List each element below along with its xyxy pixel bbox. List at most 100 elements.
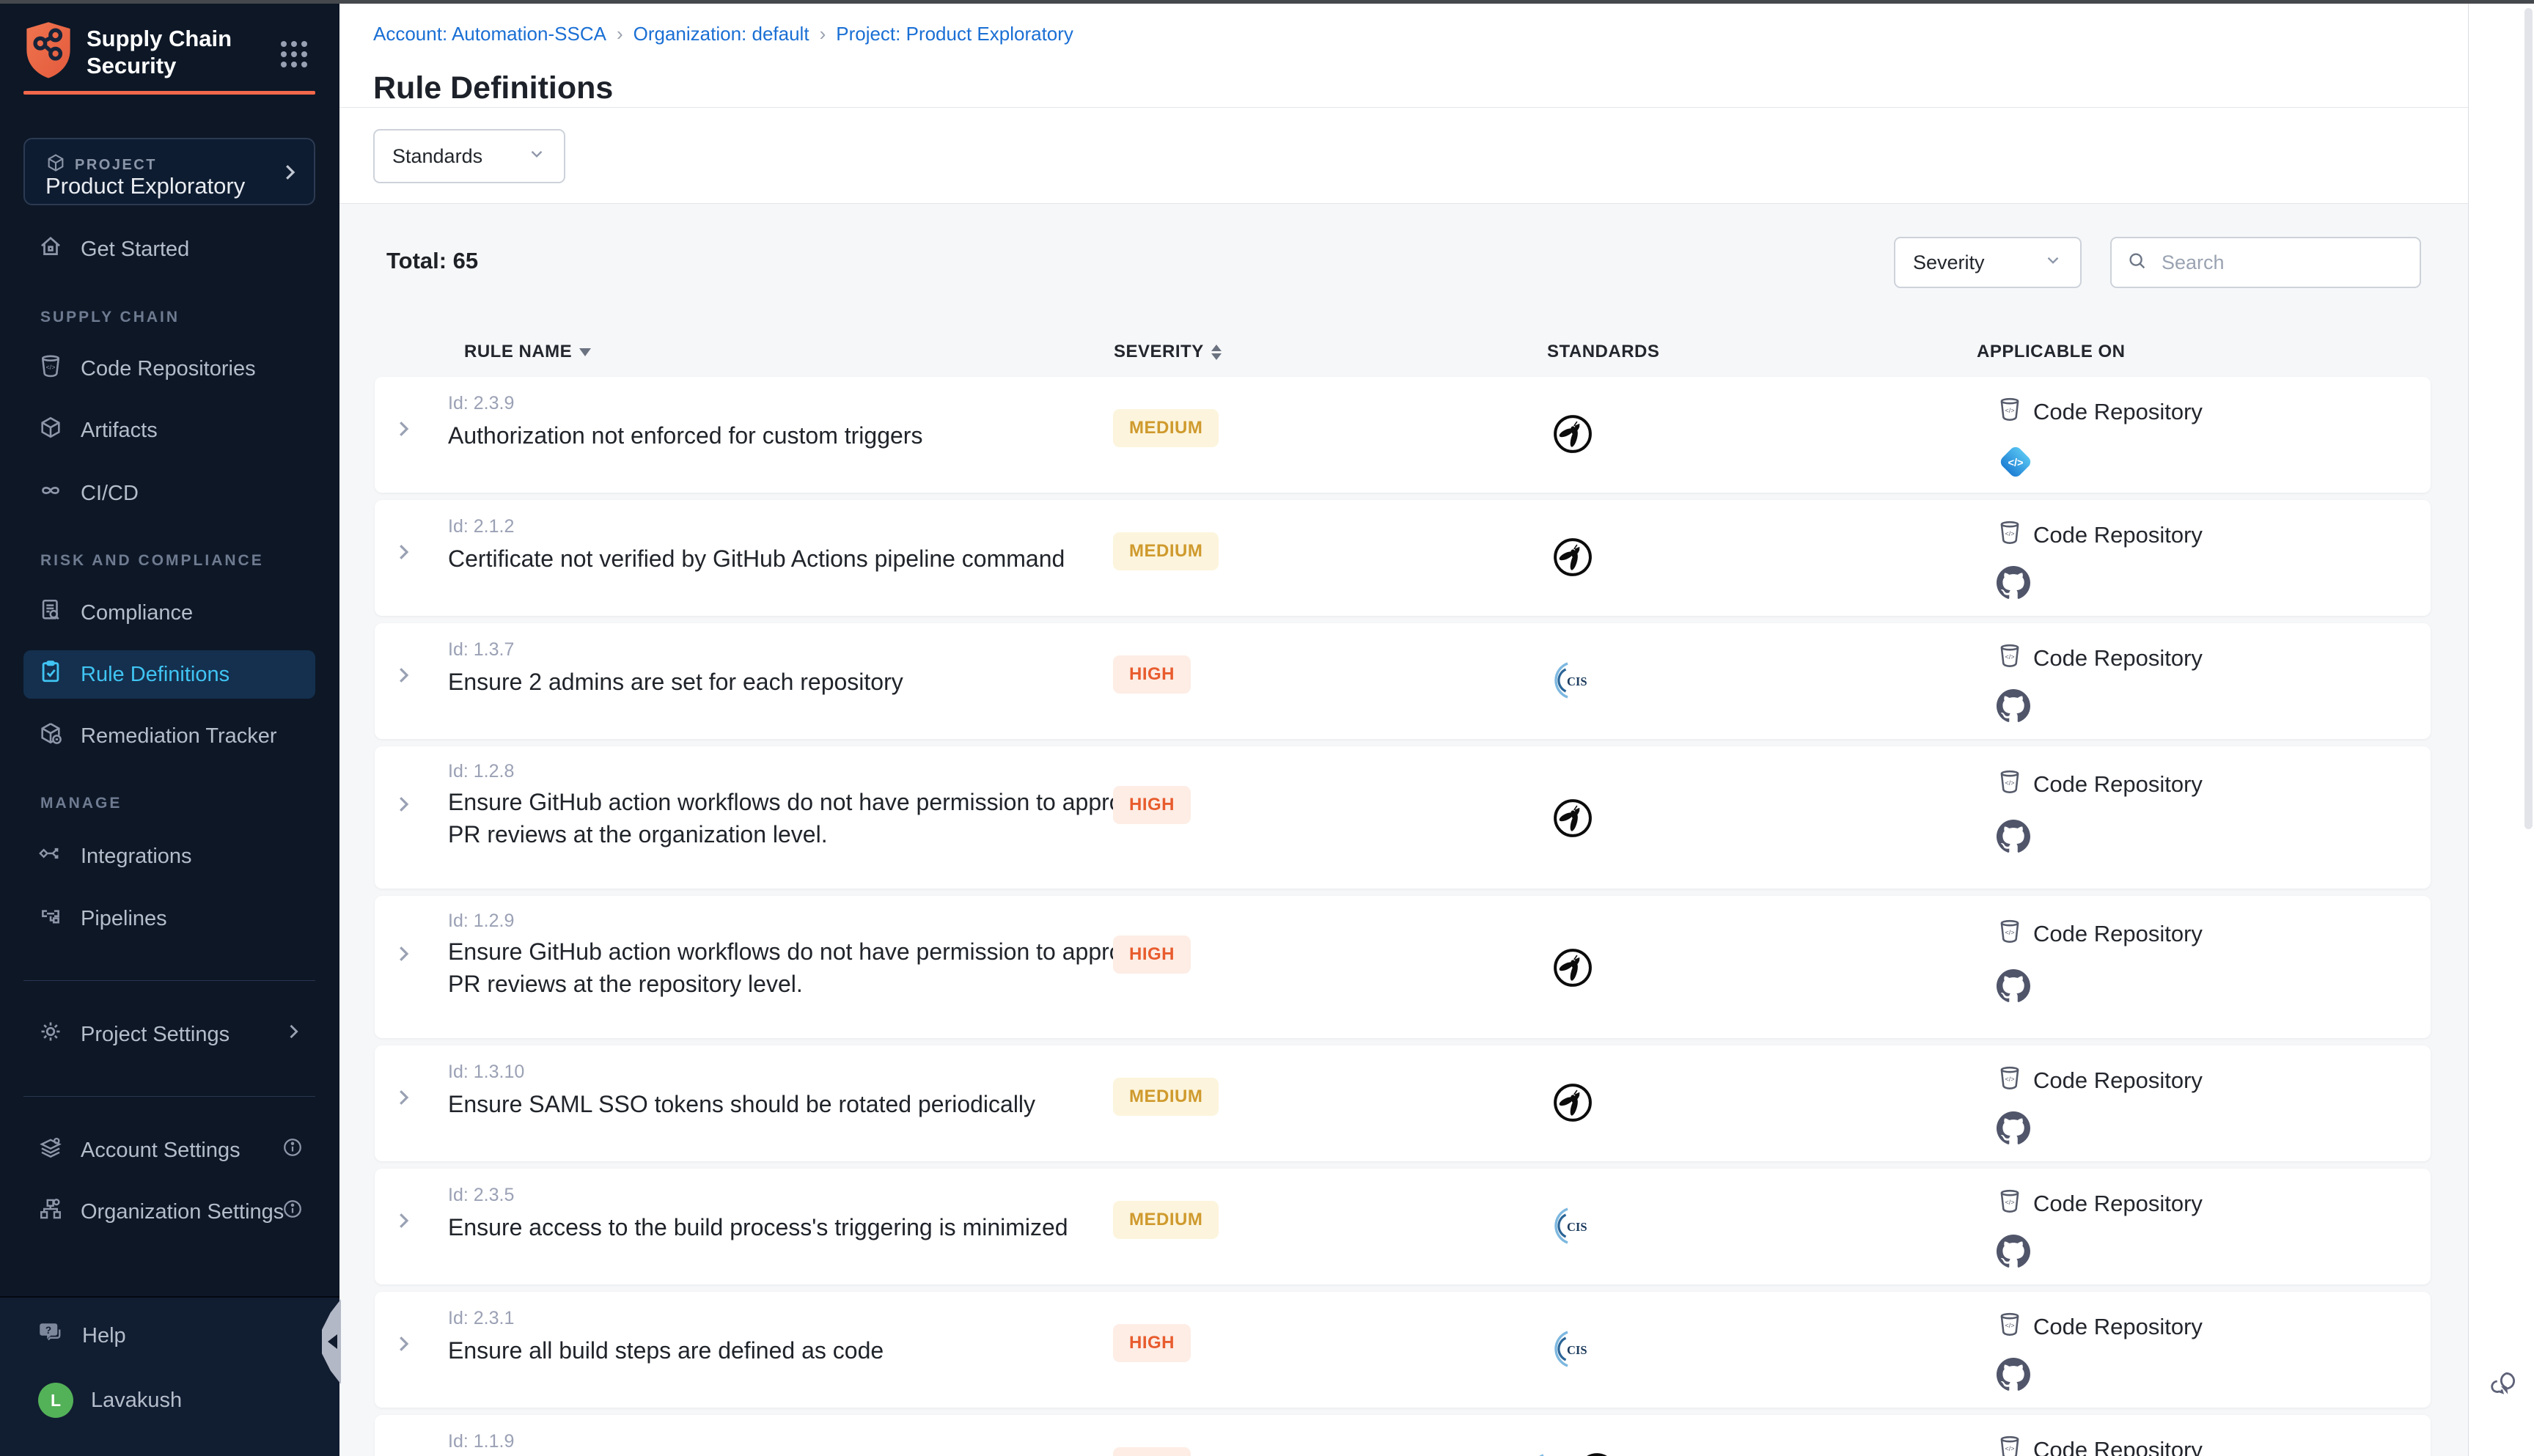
layers-gear-icon bbox=[38, 1135, 63, 1166]
chevron-down-icon bbox=[527, 144, 546, 169]
standards-icons bbox=[1514, 413, 1631, 458]
cis-standard-icon: CIS bbox=[1528, 1452, 1569, 1456]
owasp-standard-icon bbox=[1552, 537, 1593, 581]
home-icon bbox=[38, 234, 63, 265]
applicable-on: </>Code Repository bbox=[1997, 768, 2203, 801]
breadcrumb-project[interactable]: Project: Product Exploratory bbox=[836, 23, 1073, 45]
severity-badge: MEDIUM bbox=[1113, 1201, 1219, 1239]
help-button[interactable]: ? Help bbox=[38, 1320, 126, 1352]
applicable-on-label: Code Repository bbox=[2033, 1314, 2203, 1340]
rule-name: Ensure 2 admins are set for each reposit… bbox=[448, 666, 1181, 698]
rule-id: Id: 1.2.9 bbox=[448, 911, 514, 932]
breadcrumb: Account: Automation-SSCA › Organization:… bbox=[373, 23, 1073, 45]
expand-chevron-icon[interactable] bbox=[392, 1210, 414, 1235]
chat-bubbles-icon[interactable] bbox=[2488, 1369, 2519, 1403]
applicable-on: </>Code Repository bbox=[1997, 1434, 2203, 1456]
info-icon[interactable] bbox=[282, 1136, 304, 1164]
standards-icons bbox=[1514, 1082, 1631, 1127]
sidebar-item-remediation-tracker[interactable]: Remediation Tracker bbox=[23, 712, 315, 760]
sidebar-item-artifacts[interactable]: Artifacts bbox=[23, 406, 315, 455]
expand-chevron-icon[interactable] bbox=[392, 943, 414, 968]
rule-name: Ensure access to the build process's tri… bbox=[448, 1211, 1181, 1243]
applicable-on: </>Code Repository bbox=[1997, 1188, 2203, 1220]
table-row[interactable]: Id: 2.3.5Ensure access to the build proc… bbox=[375, 1169, 2431, 1284]
sidebar-section-supply-chain: SUPPLY CHAIN bbox=[40, 309, 180, 326]
cis-standard-icon: CIS bbox=[1552, 660, 1593, 705]
expand-chevron-icon[interactable] bbox=[392, 541, 414, 567]
expand-chevron-icon[interactable] bbox=[392, 793, 414, 819]
shield-logo-icon bbox=[22, 21, 75, 83]
expand-chevron-icon[interactable] bbox=[392, 418, 414, 444]
breadcrumb-organization[interactable]: Organization: default bbox=[634, 23, 809, 45]
rule-id: Id: 2.3.1 bbox=[448, 1308, 514, 1329]
sidebar-item-label: CI/CD bbox=[81, 482, 139, 506]
svg-text:</>: </> bbox=[2008, 457, 2023, 469]
project-selector[interactable]: PROJECT Product Exploratory bbox=[23, 138, 315, 205]
table-row[interactable]: Id: 1.1.9HIGHCIS</>Code Repository bbox=[375, 1415, 2431, 1456]
help-label: Help bbox=[82, 1324, 126, 1348]
table-row[interactable]: Id: 1.2.9Ensure GitHub action workflows … bbox=[375, 896, 2431, 1038]
table-row[interactable]: Id: 2.3.9Authorization not enforced for … bbox=[375, 377, 2431, 493]
sidebar-section-manage: MANAGE bbox=[40, 795, 122, 812]
expand-chevron-icon[interactable] bbox=[392, 664, 414, 690]
sidebar-item-integrations[interactable]: Integrations bbox=[23, 832, 315, 880]
app-logo: Supply Chain Security bbox=[22, 21, 255, 83]
chevron-right-icon bbox=[279, 161, 301, 187]
rule-name: Certificate not verified by GitHub Actio… bbox=[448, 543, 1181, 575]
app-grid-icon[interactable] bbox=[281, 41, 307, 67]
rule-id: Id: 2.1.2 bbox=[448, 516, 514, 537]
svg-text:</>: </> bbox=[2005, 407, 2014, 414]
sidebar-item-organization-settings[interactable]: Organization Settings bbox=[23, 1188, 315, 1236]
standards-filter-dropdown[interactable]: Standards bbox=[373, 129, 565, 183]
sidebar-item-label: Get Started bbox=[81, 238, 189, 262]
applicable-on-label: Code Repository bbox=[2033, 1067, 2203, 1094]
sort-desc-icon[interactable] bbox=[579, 348, 591, 356]
table-row[interactable]: Id: 2.1.2 Certificate not verified by Git… bbox=[375, 500, 2431, 616]
svg-text:</>: </> bbox=[2005, 530, 2014, 537]
sidebar-item-cicd[interactable]: CI/CD bbox=[23, 469, 315, 518]
table-row[interactable]: Id: 1.3.10Ensure SAML SSO tokens should … bbox=[375, 1045, 2431, 1161]
scrollbar-thumb[interactable] bbox=[2524, 8, 2533, 829]
applicable-on: </>Code Repository bbox=[1997, 918, 2203, 950]
applicable-on-label: Code Repository bbox=[2033, 771, 2203, 798]
user-menu[interactable]: L Lavakush bbox=[38, 1383, 182, 1418]
svg-text:</>: </> bbox=[2005, 1445, 2014, 1452]
rule-id: Id: 2.3.9 bbox=[448, 393, 514, 414]
sidebar-item-rule-definitions[interactable]: Rule Definitions bbox=[23, 650, 315, 699]
sidebar-item-project-settings[interactable]: Project Settings bbox=[23, 1010, 315, 1059]
table-row[interactable]: Id: 2.3.1 Ensure all build steps are defi… bbox=[375, 1292, 2431, 1408]
org-chart-gear-icon bbox=[38, 1196, 63, 1227]
table-row[interactable]: Id: 1.3.7Ensure 2 admins are set for eac… bbox=[375, 623, 2431, 739]
info-icon[interactable] bbox=[282, 1198, 304, 1226]
repository-icon: </> bbox=[38, 353, 63, 384]
search-input[interactable] bbox=[2160, 251, 2398, 275]
svg-text:?: ? bbox=[45, 1325, 51, 1336]
rule-name: Ensure all build steps are defined as co… bbox=[448, 1334, 1181, 1367]
code-repository-icon: </> bbox=[1997, 1311, 2023, 1343]
standards-icons bbox=[1514, 537, 1631, 581]
expand-chevron-icon[interactable] bbox=[392, 1333, 414, 1358]
severity-badge: MEDIUM bbox=[1113, 532, 1219, 570]
sidebar-item-pipelines[interactable]: Pipelines bbox=[23, 894, 315, 943]
user-name: Lavakush bbox=[91, 1389, 182, 1413]
document-search-icon bbox=[38, 598, 63, 628]
severity-filter-dropdown[interactable]: Severity bbox=[1894, 237, 2082, 288]
svg-text:CIS: CIS bbox=[1567, 1343, 1587, 1357]
page-title: Rule Definitions bbox=[373, 70, 613, 106]
table-row[interactable]: Id: 1.2.8Ensure GitHub action workflows … bbox=[375, 746, 2431, 889]
project-name: Product Exploratory bbox=[45, 173, 245, 199]
right-rail bbox=[2468, 4, 2534, 1456]
github-icon bbox=[1997, 1358, 2030, 1395]
sidebar-item-get-started[interactable]: Get Started bbox=[23, 225, 315, 273]
sidebar-item-compliance[interactable]: Compliance bbox=[23, 589, 315, 637]
box-wrench-icon bbox=[38, 721, 63, 751]
sort-icon[interactable] bbox=[1211, 345, 1222, 360]
expand-chevron-icon[interactable] bbox=[392, 1087, 414, 1112]
standards-icons: CIS bbox=[1514, 1328, 1631, 1373]
breadcrumb-account[interactable]: Account: Automation-SSCA bbox=[373, 23, 606, 45]
sidebar-item-code-repositories[interactable]: </> Code Repositories bbox=[23, 345, 315, 393]
code-repository-icon: </> bbox=[1997, 1188, 2023, 1220]
severity-badge: HIGH bbox=[1113, 1324, 1191, 1362]
sidebar-item-account-settings[interactable]: Account Settings bbox=[23, 1126, 315, 1174]
sidebar-item-label: Rule Definitions bbox=[81, 663, 229, 687]
